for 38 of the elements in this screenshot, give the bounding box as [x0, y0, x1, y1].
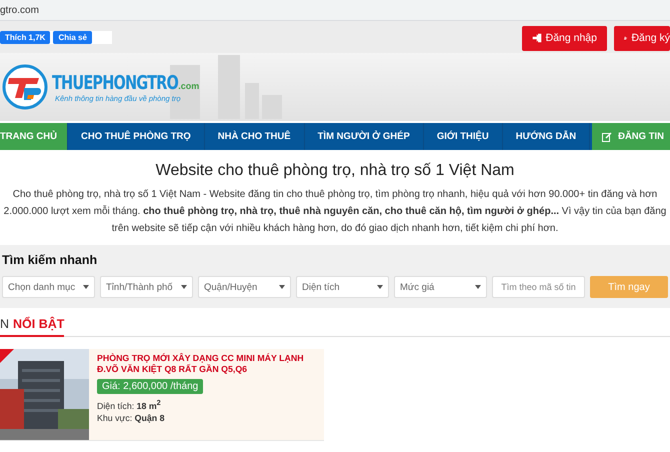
dropdown-field[interactable]: Mức giá — [394, 276, 487, 298]
caret-icon — [279, 285, 285, 289]
dropdown-field[interactable]: Quận/Huyện — [198, 276, 291, 298]
nav-item[interactable]: TÌM NGƯỜI Ở GHÉP — [304, 123, 424, 150]
listing-region: Khu vực: Quận 8 — [97, 412, 164, 423]
code-search-field[interactable]: Tìm theo mã số tin — [492, 276, 585, 298]
nav-item[interactable]: GIỚI THIỆU — [424, 123, 503, 150]
dropdown-field[interactable]: Chọn danh mục — [2, 276, 95, 298]
nav-item[interactable]: CHO THUÊ PHÒNG TRỌ — [68, 123, 205, 150]
like-button[interactable]: Thích 1,7K — [0, 30, 50, 44]
caret-icon — [181, 285, 187, 289]
nav-item[interactable]: HƯỚNG DẪN — [502, 123, 590, 150]
post-listing-button[interactable]: ĐĂNG TIN — [592, 123, 670, 150]
login-icon — [532, 33, 542, 43]
nav-item[interactable]: NHÀ CHO THUÊ — [204, 123, 305, 150]
edit-icon — [602, 132, 612, 142]
caret-icon — [475, 285, 481, 289]
page-heading: Website cho thuê phòng trọ, nhà trọ số 1 Việt Nam — [154, 162, 516, 180]
caret-icon — [83, 285, 89, 289]
price-tag: Giá: 2,600,000 /tháng — [97, 379, 204, 394]
section-title-cut: N — [0, 317, 10, 331]
logo-domain: .com — [178, 80, 200, 90]
listing-area: Diện tích: 18 m$^{2}$ — [97, 398, 161, 411]
register-button[interactable]: Đăng ký — [614, 26, 670, 50]
address-url[interactable]: gtro.com — [0, 4, 39, 16]
logo-text: THUEPHONGTRO — [52, 72, 178, 94]
logo-icon — [2, 64, 48, 110]
listing-card[interactable]: PHÒNG TRỌ MỚI XÂY DẠNG CC MINI MÁY LẠNH Đ.VÕ VĂN KIỆT Q8 RẤT GẦN Q5,Q6 Giá: 2,600,000 /tháng Diện tích: 18 m$^{2}$ Khu vực: Quận 8 — [0, 349, 324, 441]
section-title: NỔI BẬT — [13, 317, 64, 331]
intro-paragraph: Cho thuê phòng trọ, nhà trọ số 1 Việt Nam - Website đăng tin cho thuê phòng trọ, tìm phòng trọ nhanh, hiệu quả với hơn 90.000+ tin đăng và hơn 2.000.000 lượt xem mỗi tháng. cho thuê phòng trọ, nhà trọ, thuê nhà nguyên căn, cho thuê căn hộ, tìm người ở ghép... Vì vậy tin của bạn đăng trên website sẽ tiếp cận với nhiều khách hàng hơn, do đó giao dịch nhanh hơn, tiết kiệm chi phí hơn. — [2, 188, 668, 236]
dropdown-field[interactable]: Tỉnh/Thành phố — [100, 276, 193, 298]
listing-title[interactable]: PHÒNG TRỌ MỚI XÂY DẠNG CC MINI MÁY LẠNH Đ.VÕ VĂN KIỆT Q8 RẤT GẦN Q5,Q6 — [97, 353, 316, 375]
login-button[interactable]: Đăng nhập — [522, 26, 607, 50]
search-heading: Tìm kiếm nhanh — [2, 253, 98, 267]
share-button[interactable]: Chia sẻ — [53, 30, 92, 44]
nav-item[interactable]: TRANG CHỦ — [0, 123, 68, 150]
caret-icon — [377, 285, 383, 289]
dropdown-field[interactable]: Diện tích — [296, 276, 389, 298]
